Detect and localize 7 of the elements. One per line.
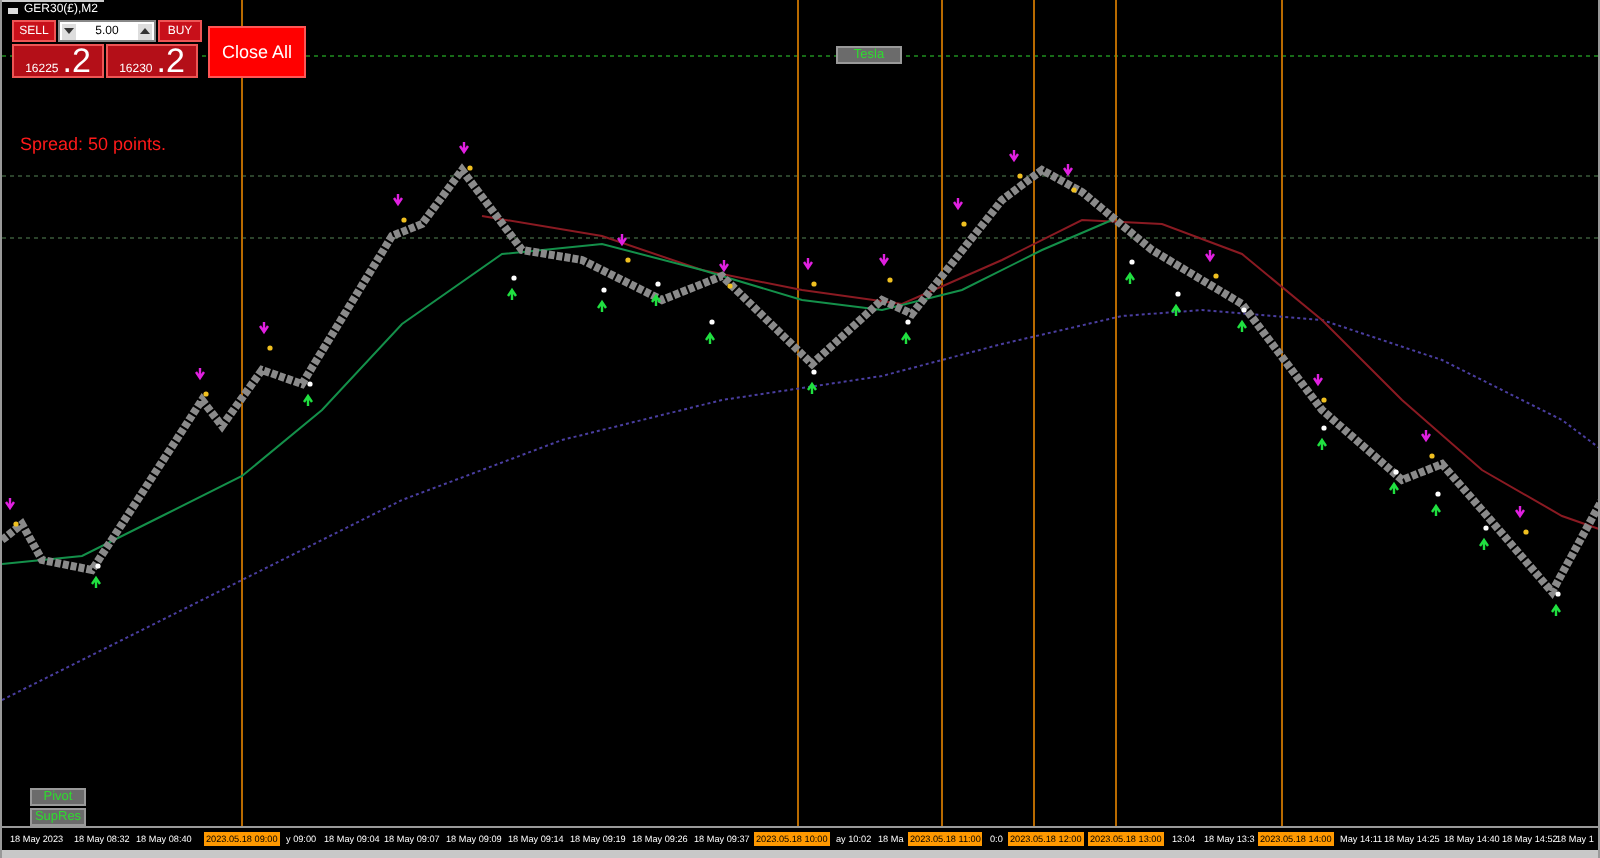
increase-button[interactable]	[138, 23, 152, 39]
down-caret-icon	[64, 28, 74, 34]
window-menu-icon[interactable]	[8, 7, 18, 13]
spread-label: Spread: 50 points.	[20, 134, 167, 154]
close-all-button[interactable]: Close All	[208, 26, 306, 78]
up-caret-icon	[140, 28, 150, 34]
decrease-button[interactable]	[62, 23, 76, 39]
